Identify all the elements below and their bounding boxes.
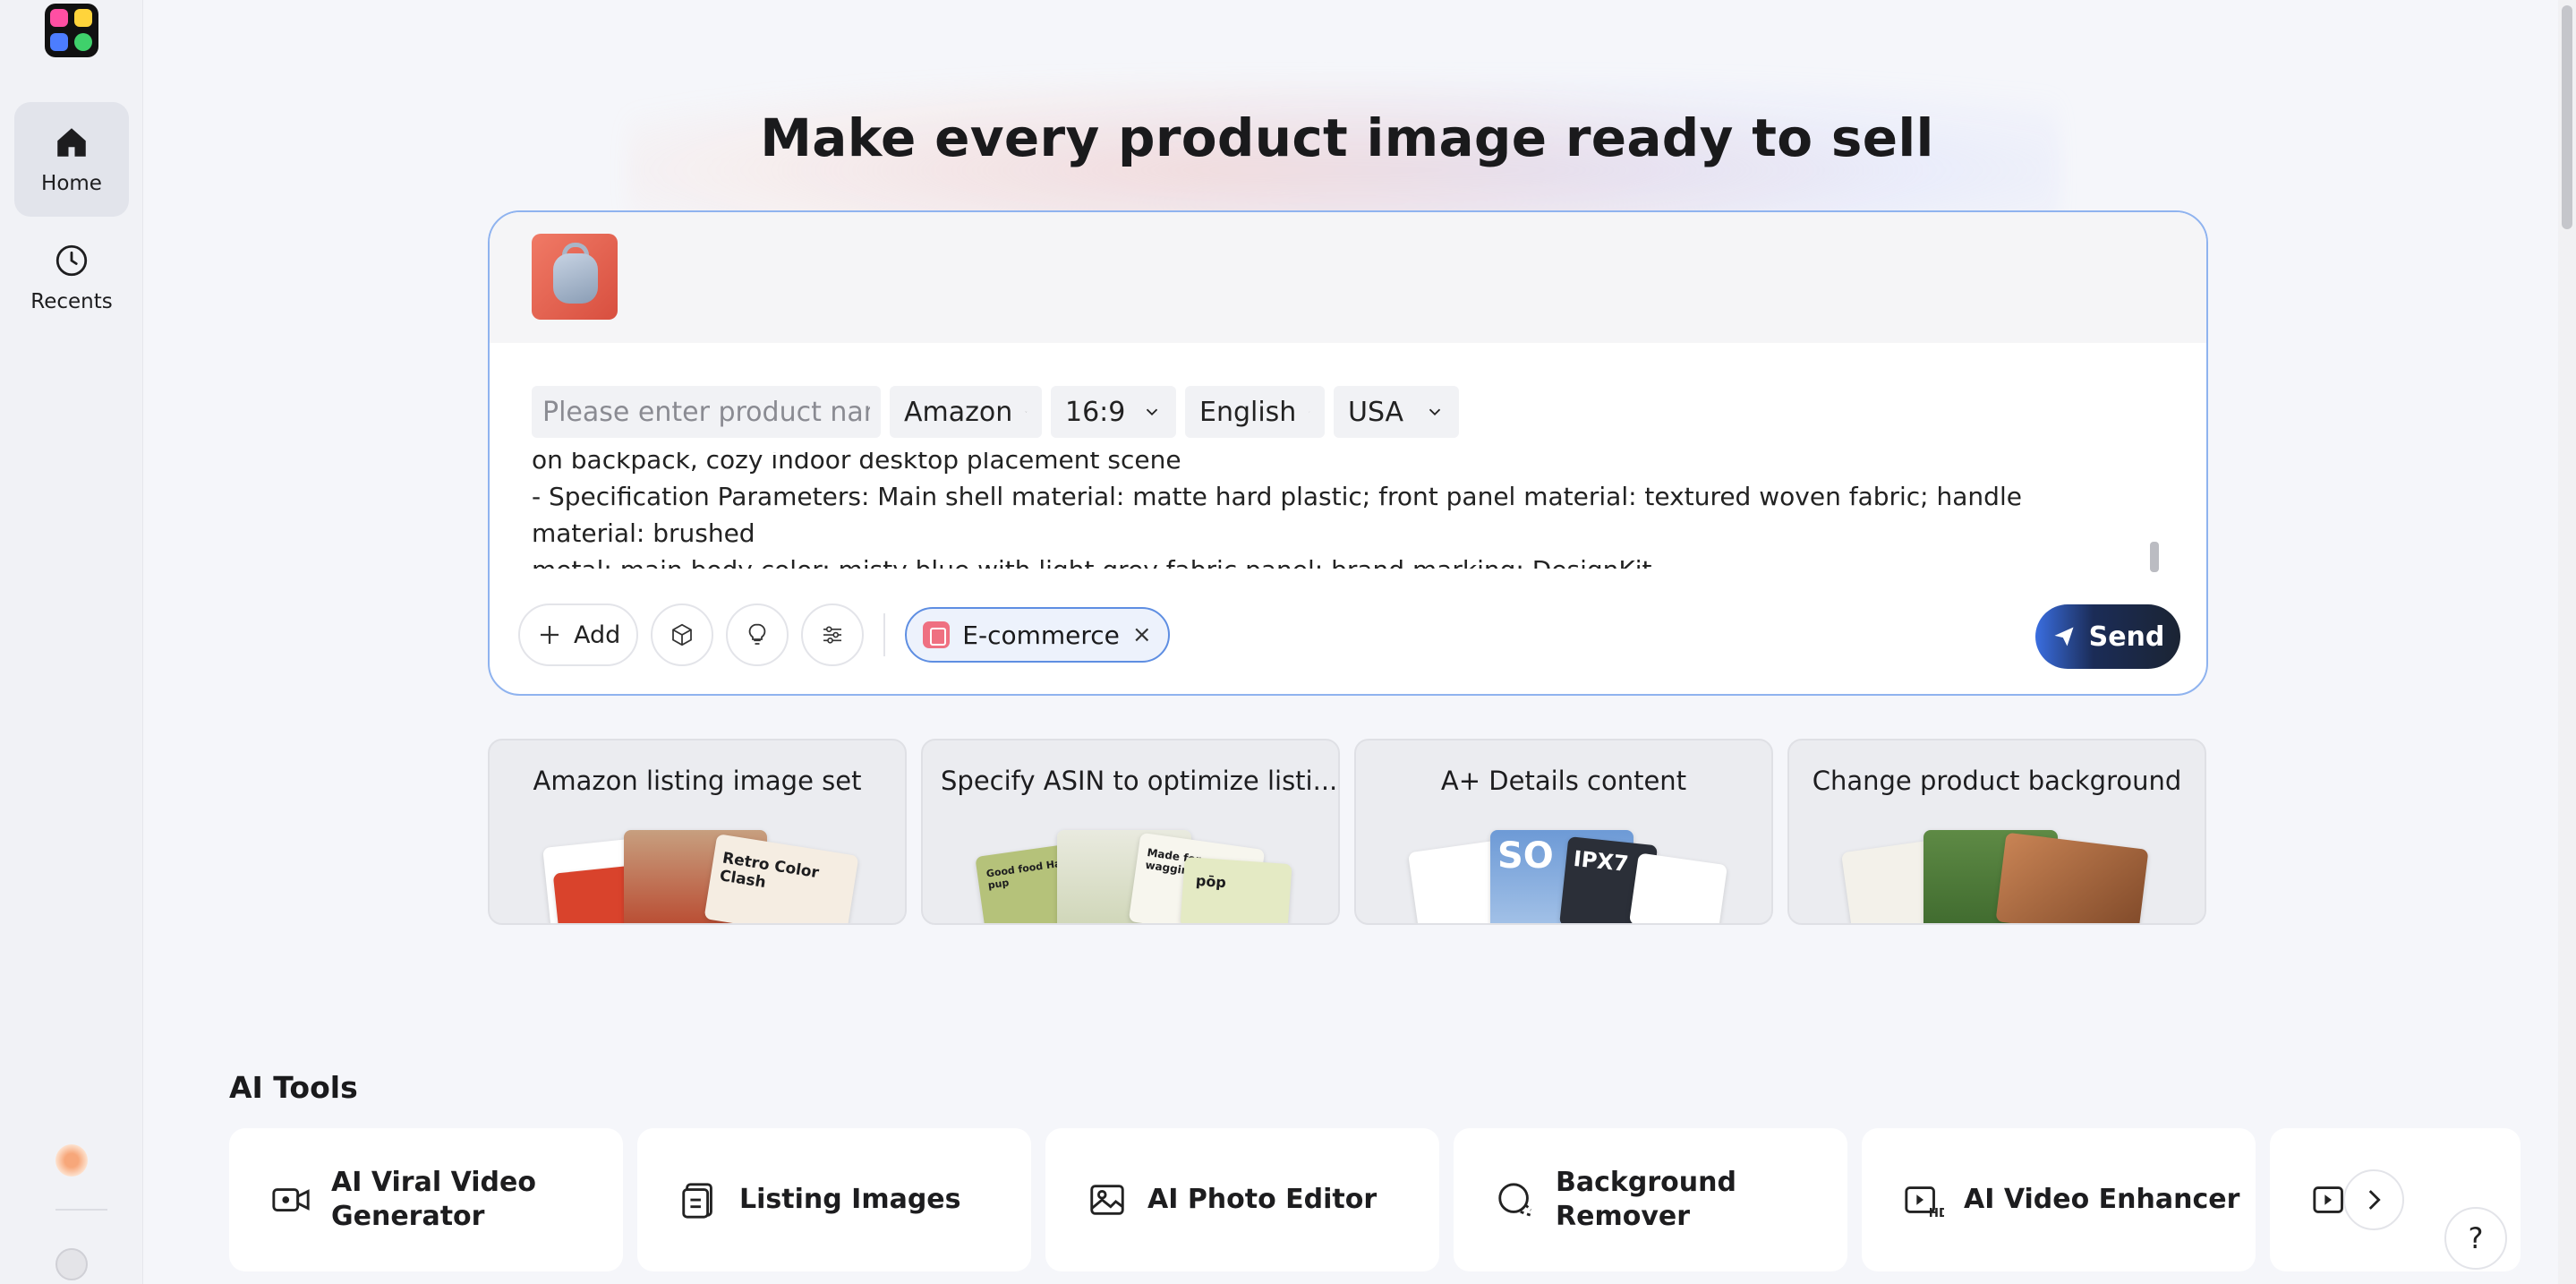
platform-select[interactable]: Amazon [890,386,1042,438]
chevron-right-icon [2368,1190,2381,1210]
tool-ai-photo-editor[interactable]: AI Photo Editor [1045,1128,1439,1271]
product-thumbnail[interactable] [532,234,618,320]
ratio-select[interactable]: 16:9 [1051,386,1176,438]
art-so-text: SO [1497,835,1554,877]
art-spec-sheet [1628,852,1728,923]
art-ipx-text: IPX7 [1572,845,1630,877]
page-scrollbar[interactable] [2558,0,2576,1284]
lightbulb-icon [748,623,766,645]
avatar[interactable] [55,1248,88,1280]
bg-remove-icon [1498,1183,1532,1217]
send-button[interactable]: Send [2035,604,2180,669]
clock-icon [55,244,88,277]
paper-plane-icon [2054,627,2074,646]
sidebar: Home Recents [0,0,143,1284]
add-button[interactable]: Add [518,603,639,666]
listing-images-icon [682,1183,712,1219]
tools-next-button[interactable] [2343,1169,2404,1230]
card-art: SO IPX7 [1356,823,1771,923]
tool-label: Background Remover [1556,1167,1736,1232]
art-pop-card: pōp [1180,856,1292,923]
card-change-background[interactable]: Change product background [1787,739,2206,925]
card-title: Amazon listing image set [533,766,862,796]
help-button[interactable]: ? [2444,1207,2507,1270]
chevron-down-icon [1025,411,1028,413]
photo-icon [1090,1185,1124,1215]
settings-button[interactable] [801,603,865,666]
tool-listing-images[interactable]: Listing Images [637,1128,1031,1271]
chevron-down-icon [1309,411,1310,413]
region-select[interactable]: USA [1334,386,1459,438]
send-button-label: Send [2088,621,2165,653]
language-select[interactable]: English [1185,386,1325,438]
bag-body-shape [553,253,598,304]
shopping-bag-icon [923,621,951,648]
prompt-line: on backpack, cozy indoor desktop placeme… [532,452,1181,475]
hd-video-icon: HD [1905,1186,1944,1220]
tool-label: AI Photo Editor [1147,1184,1378,1215]
art-retro-card: Retro Color Clash [704,834,859,923]
page-title: Make every product image ready to sell [760,107,1934,168]
ratio-value: 16:9 [1065,396,1126,428]
ecommerce-chip[interactable]: E-commerce × [905,607,1170,663]
art-brown-scene [1995,832,2149,923]
tool-ai-video-enhancer[interactable]: HD AI Video Enhancer [1862,1128,2256,1271]
prompt-composer: Amazon 16:9 English USA on backpack, coz… [488,210,2208,696]
composer-toolbar: Add E-commerce × [518,603,1170,667]
3d-model-button[interactable] [651,603,714,666]
composer-controls: Amazon 16:9 English USA [532,386,1459,438]
close-icon[interactable]: × [1132,621,1152,648]
sidebar-item-label: Home [41,172,102,195]
app-logo[interactable] [45,4,98,57]
logo-square-pink [50,9,68,27]
ai-tools-title: AI Tools [229,1070,358,1105]
logo-square-blue [50,33,68,51]
card-amazon-listing[interactable]: Amazon listing image set Retro Color Cla… [488,739,907,925]
card-title: Specify ASIN to optimize listi... [941,766,1338,796]
idea-button[interactable] [726,603,789,666]
region-value: USA [1348,396,1404,428]
toolbar-divider [883,613,886,656]
prompt-scrollbar[interactable] [2150,542,2159,572]
help-icon: ? [2468,1221,2484,1255]
product-name-input[interactable] [532,386,881,438]
video-camera-icon [272,1188,310,1211]
chip-label: E-commerce [962,620,1120,650]
prompt-line: - Specification Parameters: Main shell m… [532,482,2022,548]
card-art [1789,823,2205,923]
svg-text:HD: HD [1929,1207,1944,1220]
sliders-icon [823,626,842,644]
prompt-lines: on backpack, cozy indoor desktop placeme… [532,452,2143,569]
card-art: Retro Color Clash [490,823,905,923]
logo-square-green [74,33,92,51]
card-title: Change product background [1812,766,2182,796]
prompt-line: metal; main body color: misty blue with … [532,552,2143,569]
platform-value: Amazon [904,396,1013,428]
card-title: A+ Details content [1440,766,1687,796]
cube-icon [672,623,693,646]
credits-icon[interactable] [55,1144,88,1177]
card-aplus-content[interactable]: A+ Details content SO IPX7 [1354,739,1773,925]
sidebar-divider [55,1209,107,1211]
sidebar-item-recents[interactable]: Recents [14,220,129,335]
tool-background-remover[interactable]: Background Remover [1454,1128,1847,1271]
attachment-area [490,212,2206,343]
art-pop-text: pōp [1195,871,1227,892]
add-button-label: Add [574,621,621,649]
card-specify-asin[interactable]: Specify ASIN to optimize listi... Good f… [921,739,1340,925]
tool-label: Listing Images [739,1184,961,1215]
card-art: Good food Happy pup Made for wagging tai… [923,823,1338,923]
tool-label: AI Viral Video Generator [331,1167,536,1232]
plus-icon [541,626,559,644]
sidebar-item-label: Recents [30,290,113,313]
language-value: English [1199,396,1297,428]
art-retro-text: Retro Color Clash [718,849,821,893]
logo-square-yellow [74,9,92,27]
scrollbar-thumb[interactable] [2562,5,2572,229]
chevron-down-icon [1429,408,1441,416]
chevron-down-icon [1146,408,1158,416]
prompt-textarea[interactable]: on backpack, cozy indoor desktop placeme… [532,452,2143,569]
tool-label: AI Video Enhancer [1964,1184,2240,1215]
tool-ai-viral-video[interactable]: AI Viral Video Generator [229,1128,623,1271]
